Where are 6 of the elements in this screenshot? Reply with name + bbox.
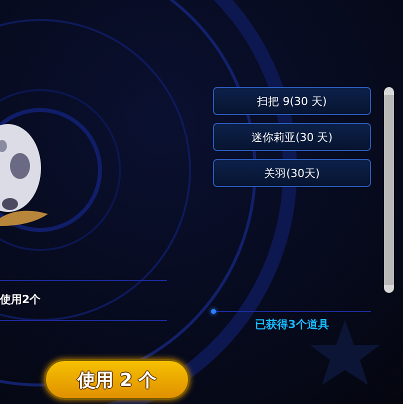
item-button[interactable]: 关羽(30天)	[213, 159, 371, 187]
item-button[interactable]: 扫把 9(30 天)	[213, 87, 371, 115]
item-button[interactable]: 迷你莉亚(30 天)	[213, 123, 371, 151]
summary-text: 已获得3个道具	[254, 317, 330, 332]
scrollbar[interactable]	[384, 87, 394, 293]
use-count-text: 使用2个	[0, 292, 42, 308]
